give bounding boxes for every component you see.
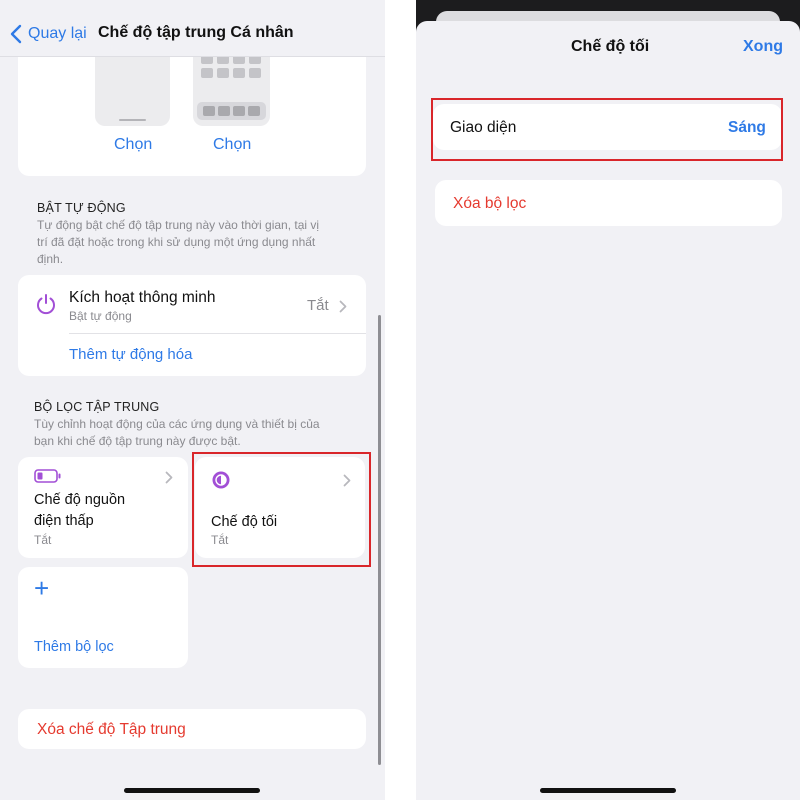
remove-filter-row[interactable]: Xóa bộ lọc <box>435 180 782 226</box>
navigation-bar: Quay lại Chế độ tập trung Cá nhân <box>0 0 385 57</box>
title-line: điện thấp <box>34 513 94 529</box>
filter-sheet: Chế độ tối Xong Giao diện Sáng Xóa bộ lọ… <box>416 21 800 800</box>
filter-section-description: Tùy chỉnh hoạt động của các ứng dụng và … <box>34 416 320 450</box>
home-indicator[interactable] <box>124 788 260 793</box>
title-line: Chế độ nguồn <box>34 492 126 508</box>
auto-section-description: Tự động bật chế độ tập trung này vào thờ… <box>37 217 319 268</box>
power-icon <box>37 294 55 315</box>
sheet-title: Chế độ tối <box>571 38 650 55</box>
choose-lock-screen-button[interactable]: Chọn <box>114 136 152 154</box>
back-label: Quay lại <box>28 25 87 42</box>
filter-section-header: BỘ LỌC TẬP TRUNG <box>34 400 160 414</box>
highlight-box <box>431 98 783 161</box>
home-indicator[interactable] <box>540 788 676 793</box>
focus-settings-screen: Chọn Chọn Quay lại Chế độ tập trung Cá n… <box>0 0 385 800</box>
add-filter-tile[interactable]: + Thêm bộ lọc <box>18 567 188 668</box>
delete-focus-row[interactable]: Xóa chế độ Tập trung <box>18 709 366 749</box>
add-automation-button[interactable]: Thêm tự động hóa <box>69 346 192 363</box>
low-power-status: Tắt <box>34 533 52 547</box>
auto-section-header: BẬT TỰ ĐỘNG <box>37 201 126 215</box>
lock-screen-preview[interactable] <box>95 49 170 126</box>
low-power-title: Chế độ nguồn điện thấp <box>34 490 125 532</box>
desc-line: Tùy chỉnh hoạt động của các ứng dụng và … <box>34 417 320 431</box>
highlight-box <box>192 452 371 567</box>
scrollbar[interactable] <box>378 315 381 765</box>
done-button[interactable]: Xong <box>743 38 783 56</box>
comparison-screens: Chọn Chọn Quay lại Chế độ tập trung Cá n… <box>0 0 800 800</box>
dark-mode-filter-sheet-screen: Chế độ tối Xong Giao diện Sáng Xóa bộ lọ… <box>416 0 800 800</box>
divider <box>69 333 366 334</box>
low-power-filter-tile[interactable]: Chế độ nguồn điện thấp Tắt <box>18 457 188 558</box>
delete-focus-label: Xóa chế độ Tập trung <box>37 721 186 738</box>
chevron-right-icon <box>165 471 173 484</box>
smart-activation-title: Kích hoạt thông minh <box>69 289 216 306</box>
home-screen-preview[interactable] <box>193 49 270 126</box>
smart-activation-value: Tắt <box>307 297 329 314</box>
back-button[interactable]: Quay lại <box>10 20 87 48</box>
desc-line: bạn khi chế độ tập trung này được bật. <box>34 434 241 448</box>
screen-preview-card: Chọn Chọn <box>18 37 366 176</box>
battery-icon <box>34 469 61 483</box>
add-filter-label: Thêm bộ lọc <box>34 639 114 655</box>
plus-icon: + <box>34 573 50 603</box>
desc-line: trí đã đặt hoặc trong khi sử dụng một ứn… <box>37 235 316 249</box>
desc-line: Tự động bật chế độ tập trung này vào thờ… <box>37 218 320 232</box>
page-title: Chế độ tập trung Cá nhân <box>98 24 294 41</box>
separator <box>385 0 416 800</box>
chevron-left-icon <box>10 24 22 44</box>
desc-line: định. <box>37 252 64 266</box>
remove-filter-label: Xóa bộ lọc <box>453 195 527 212</box>
smart-activation-subtitle: Bật tự động <box>69 309 132 323</box>
smart-activation-card: Kích hoạt thông minh Bật tự động Tắt Thê… <box>18 275 366 376</box>
choose-home-screen-button[interactable]: Chọn <box>213 136 251 154</box>
chevron-right-icon <box>339 300 347 313</box>
